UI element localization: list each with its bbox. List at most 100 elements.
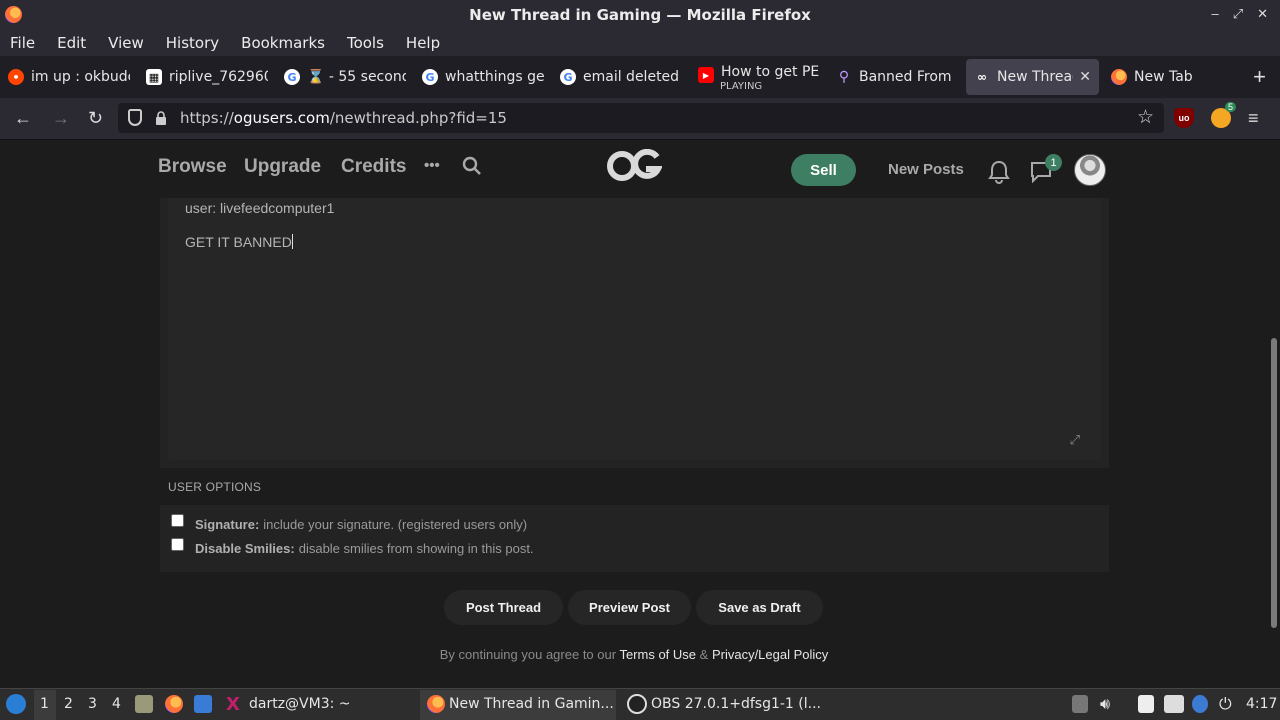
link-icon: ⚲ xyxy=(838,69,850,85)
taskbar-obs[interactable]: OBS 27.0.1+dfsg1-1 (l... xyxy=(651,696,821,712)
tab-label: New Thread xyxy=(997,69,1074,85)
workspace-3[interactable]: 3 xyxy=(88,696,97,712)
search-icon[interactable] xyxy=(462,156,482,176)
menu-file[interactable]: File xyxy=(10,34,35,52)
page-scrollbar[interactable] xyxy=(1268,140,1280,688)
url-bar[interactable]: https://ogusers.com/newthread.php?fid=15… xyxy=(118,103,1164,133)
bell-icon[interactable] xyxy=(988,160,1010,184)
tab-new-thread[interactable]: ∞ New Thread ✕ xyxy=(966,59,1099,95)
tab-bar: • im up : okbudc ▦ riplive_762960 G ⌛ - … xyxy=(0,56,1280,98)
cookie-extension-icon[interactable]: 5 xyxy=(1211,102,1236,128)
window-titlebar: New Thread in Gaming — Mozilla Firefox –… xyxy=(0,0,1280,30)
firefox-launcher-icon[interactable] xyxy=(165,695,183,713)
post-thread-button[interactable]: Post Thread xyxy=(444,590,563,625)
nav-upgrade[interactable]: Upgrade xyxy=(244,156,321,178)
volume-icon[interactable]: 🔊︎ xyxy=(1100,694,1110,714)
youtube-icon: ▶ xyxy=(698,67,714,83)
menu-view[interactable]: View xyxy=(108,34,144,52)
new-posts-link[interactable]: New Posts xyxy=(888,161,964,178)
og-icon: ∞ xyxy=(977,70,987,84)
firefox-icon xyxy=(5,6,22,23)
save-draft-button[interactable]: Save as Draft xyxy=(696,590,823,625)
window-title: New Thread in Gaming — Mozilla Firefox xyxy=(469,6,811,24)
tab-label: riplive_762960 xyxy=(169,69,268,85)
tab-label: ⌛ - 55 second xyxy=(307,69,406,85)
tab-label: New Tab xyxy=(1134,69,1193,85)
workspace-1[interactable]: 1 xyxy=(40,696,49,712)
power-icon[interactable]: ⏻ xyxy=(1219,694,1232,714)
file-manager-icon[interactable] xyxy=(135,695,153,713)
disable-smilies-checkbox[interactable] xyxy=(171,538,184,551)
menu-help[interactable]: Help xyxy=(406,34,440,52)
workspace-4[interactable]: 4 xyxy=(112,696,121,712)
forward-arrow-icon[interactable]: → xyxy=(52,108,70,129)
firefox-window-icon xyxy=(427,695,445,713)
taskbar: 1 2 3 4 X dartz@VM3: ~ New Thread in Gam… xyxy=(0,688,1280,720)
hamburger-menu-icon[interactable]: ≡ xyxy=(1248,108,1259,129)
back-arrow-icon[interactable]: ← xyxy=(14,108,32,129)
taskbar-firefox[interactable]: New Thread in Gamin... xyxy=(449,696,614,712)
menu-history[interactable]: History xyxy=(166,34,219,52)
scrollbar-thumb[interactable] xyxy=(1271,338,1277,628)
google-icon: G xyxy=(560,69,576,85)
tab-label: Banned From xyxy=(859,69,952,85)
menu-tools[interactable]: Tools xyxy=(347,34,384,52)
tab-new-tab[interactable]: New Tab xyxy=(1103,59,1223,95)
tab-google-2[interactable]: G whatthings ge xyxy=(414,59,552,95)
tab-youtube[interactable]: ▶ How to get PE PLAYING xyxy=(690,59,828,95)
sell-button[interactable]: Sell xyxy=(791,154,856,186)
tab-reddit[interactable]: • im up : okbudc xyxy=(0,59,138,95)
nav-browse[interactable]: Browse xyxy=(158,156,227,178)
nav-credits[interactable]: Credits xyxy=(341,156,406,178)
preview-post-button[interactable]: Preview Post xyxy=(568,590,691,625)
messages-badge: 1 xyxy=(1045,154,1062,171)
tab-label: whatthings ge xyxy=(445,69,544,85)
signature-checkbox[interactable] xyxy=(171,514,184,527)
tracking-shield-icon[interactable] xyxy=(128,109,142,126)
close-tab-icon[interactable]: ✕ xyxy=(1079,69,1091,85)
new-tab-plus-icon[interactable]: + xyxy=(1253,64,1266,90)
tab-playing-label: PLAYING xyxy=(720,81,763,92)
workspace-2[interactable]: 2 xyxy=(64,696,73,712)
url-text[interactable]: https://ogusers.com/newthread.php?fid=15 xyxy=(180,109,507,127)
taskbar-terminal[interactable]: dartz@VM3: ~ xyxy=(249,696,351,712)
privacy-link[interactable]: Privacy/Legal Policy xyxy=(712,647,828,662)
bookmark-star-icon[interactable]: ☆ xyxy=(1137,106,1154,129)
user-options-box xyxy=(160,505,1109,572)
reload-icon[interactable]: ↻ xyxy=(88,108,103,129)
start-menu-icon[interactable] xyxy=(6,694,26,714)
og-logo[interactable] xyxy=(606,149,662,183)
google-icon: G xyxy=(422,69,438,85)
tab-banned[interactable]: ⚲ Banned From xyxy=(828,59,966,95)
maximize-icon[interactable]: ⤢ xyxy=(1233,6,1243,22)
user-options-title: USER OPTIONS xyxy=(168,480,262,494)
message-textarea[interactable]: user: livefeedcomputer1 GET IT BANNED ⤢ xyxy=(168,198,1102,460)
update-icon[interactable] xyxy=(1192,695,1208,713)
menu-bookmarks[interactable]: Bookmarks xyxy=(241,34,325,52)
ublock-icon[interactable]: uo xyxy=(1174,108,1194,128)
desktop-icon[interactable] xyxy=(194,695,212,713)
more-dots-icon[interactable]: ••• xyxy=(424,157,440,174)
clock: 4:17 xyxy=(1246,696,1278,712)
tray-icon[interactable] xyxy=(1072,695,1088,713)
clipboard-icon[interactable] xyxy=(1138,695,1154,713)
google-icon: G xyxy=(284,69,300,85)
navigation-bar: ← → ↻ https://ogusers.com/newthread.php?… xyxy=(0,98,1280,140)
tab-google-1[interactable]: G ⌛ - 55 second xyxy=(276,59,414,95)
network-icon[interactable] xyxy=(1164,695,1184,713)
lock-icon[interactable] xyxy=(155,111,167,125)
expand-icon[interactable]: ⤢ xyxy=(1070,432,1080,448)
tab-riplive[interactable]: ▦ riplive_762960 xyxy=(138,59,276,95)
signature-option: Signature: include your signature. (regi… xyxy=(171,514,528,532)
terms-link[interactable]: Terms of Use xyxy=(619,647,696,662)
tab-label: im up : okbudc xyxy=(31,69,130,85)
menu-edit[interactable]: Edit xyxy=(57,34,86,52)
minimize-icon[interactable]: – xyxy=(1211,6,1218,22)
signature-description: include your signature. (registered user… xyxy=(263,517,528,532)
close-icon[interactable]: ✕ xyxy=(1257,6,1268,22)
tab-google-3[interactable]: G email deleted xyxy=(552,59,690,95)
user-avatar[interactable] xyxy=(1074,154,1106,186)
obs-icon xyxy=(627,694,647,714)
firefox-icon xyxy=(1111,69,1127,85)
site-header: Browse Upgrade Credits ••• Sell New Post… xyxy=(0,140,1268,198)
